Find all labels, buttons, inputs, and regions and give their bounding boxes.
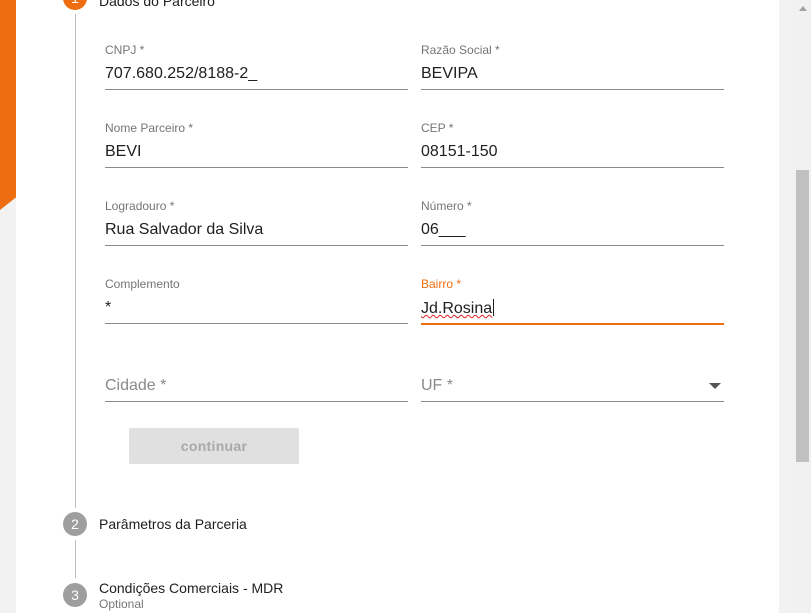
razao-social-underline — [421, 89, 724, 90]
bairro-value: Jd.Rosina — [421, 300, 493, 317]
step-3-circle[interactable]: 3 — [63, 583, 87, 607]
uf-placeholder: UF * — [421, 377, 453, 394]
logradouro-input[interactable]: Rua Salvador da Silva — [105, 221, 408, 239]
step-3-number: 3 — [71, 587, 79, 603]
cep-label: CEP * — [421, 121, 454, 135]
cnpj-label: CNPJ * — [105, 43, 145, 57]
text-caret — [493, 299, 495, 316]
cnpj-underline — [105, 89, 408, 90]
nome-parceiro-label: Nome Parceiro * — [105, 121, 194, 135]
nome-parceiro-underline — [105, 167, 408, 168]
bairro-underline — [421, 323, 724, 325]
step-connector-line — [75, 540, 76, 578]
nome-parceiro-input[interactable]: BEVI — [105, 143, 408, 161]
step-1-title[interactable]: Dados do Parceiro — [99, 0, 215, 9]
cep-field[interactable]: CEP * 08151-150 — [421, 121, 724, 168]
cep-input[interactable]: 08151-150 — [421, 143, 724, 161]
complemento-field[interactable]: Complemento * — [105, 277, 408, 324]
step-connector-line — [75, 14, 76, 508]
razao-social-input[interactable]: BEVIPA — [421, 65, 724, 83]
complemento-label: Complemento — [105, 277, 180, 291]
logradouro-underline — [105, 245, 408, 246]
scrollbar-thumb[interactable] — [796, 170, 809, 462]
step-3-title[interactable]: Condições Comerciais - MDR — [99, 580, 283, 596]
bairro-label: Bairro * — [421, 277, 462, 291]
cep-underline — [421, 167, 724, 168]
uf-select[interactable]: UF * — [421, 355, 724, 402]
vertical-scrollbar[interactable] — [794, 0, 811, 613]
scroll-up-arrow-icon[interactable] — [794, 0, 811, 17]
razao-social-label: Razão Social * — [421, 43, 500, 57]
step-2-number: 2 — [71, 516, 79, 532]
step-3-optional-label: Optional — [99, 597, 144, 611]
step-2-title[interactable]: Parâmetros da Parceria — [99, 516, 247, 532]
continue-button[interactable]: continuar — [129, 428, 299, 464]
numero-label: Número * — [421, 199, 472, 213]
complemento-input[interactable]: * — [105, 299, 408, 317]
step-1-number: 1 — [71, 0, 79, 6]
accent-stripe — [0, 0, 16, 210]
cidade-placeholder: Cidade * — [105, 377, 167, 394]
razao-social-field[interactable]: Razão Social * BEVIPA — [421, 43, 724, 90]
numero-field[interactable]: Número * 06___ — [421, 199, 724, 246]
chevron-down-icon[interactable] — [709, 383, 721, 389]
nome-parceiro-field[interactable]: Nome Parceiro * BEVI — [105, 121, 408, 168]
bairro-input[interactable]: Jd.Rosina — [421, 299, 724, 317]
logradouro-field[interactable]: Logradouro * Rua Salvador da Silva — [105, 199, 408, 246]
cnpj-input[interactable]: 707.680.252/8188-2_ — [105, 65, 408, 83]
uf-select-value[interactable]: UF * — [421, 377, 724, 395]
logradouro-label: Logradouro * — [105, 199, 175, 213]
cidade-underline — [105, 401, 408, 402]
cidade-input[interactable]: Cidade * — [105, 377, 408, 395]
numero-input[interactable]: 06___ — [421, 221, 724, 239]
uf-underline — [421, 401, 724, 402]
cidade-field[interactable]: Cidade * — [105, 355, 408, 402]
bairro-field[interactable]: Bairro * Jd.Rosina — [421, 277, 724, 325]
numero-underline — [421, 245, 724, 246]
complemento-underline — [105, 323, 408, 324]
cnpj-field[interactable]: CNPJ * 707.680.252/8188-2_ — [105, 43, 408, 90]
step-2-circle[interactable]: 2 — [63, 512, 87, 536]
